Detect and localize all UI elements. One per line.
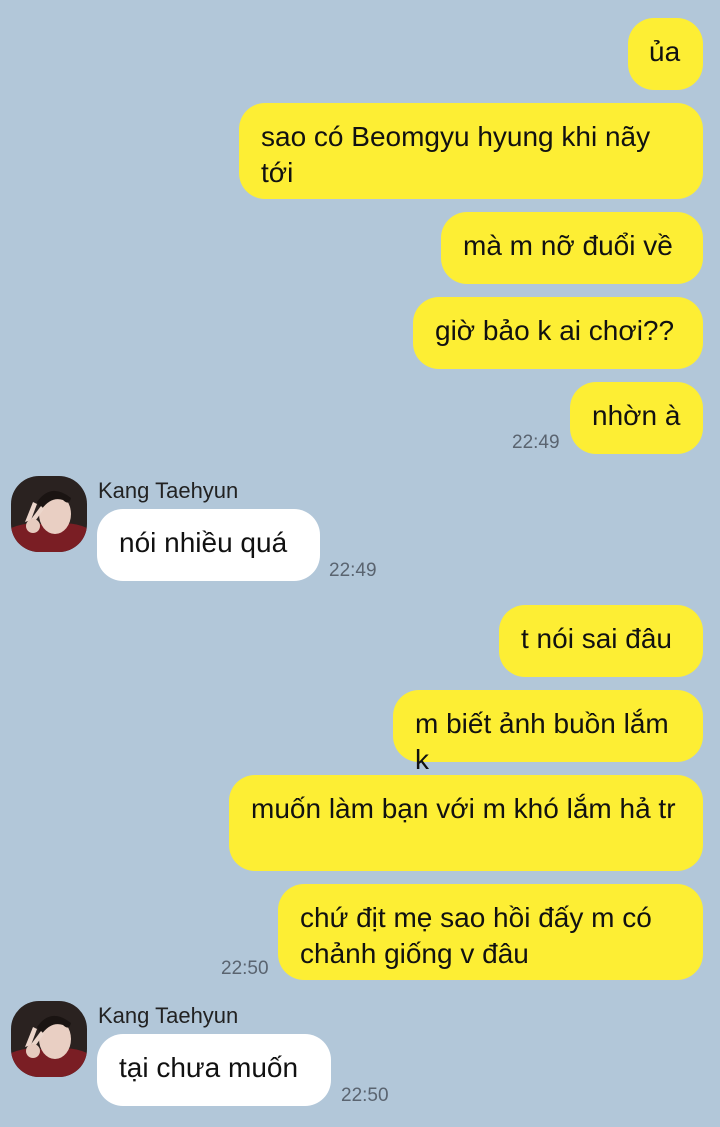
avatar[interactable] (11, 1001, 87, 1077)
message-text: nhờn à (592, 400, 681, 431)
timestamp: 22:50 (221, 958, 269, 979)
message-text: tại chưa muốn (119, 1052, 299, 1083)
timestamp: 22:49 (512, 432, 560, 453)
message-text: mà m nỡ đuổi về (463, 230, 673, 261)
avatar[interactable] (11, 476, 87, 552)
avatar-photo-icon (11, 476, 87, 552)
message-text: t nói sai đâu (521, 623, 672, 654)
message-text: nói nhiều quá (119, 527, 288, 558)
message-bubble-sent[interactable]: muốn làm bạn với m khó lắm hả tr (229, 775, 703, 871)
message-text: muốn làm bạn với m khó lắm hả tr (251, 793, 676, 824)
message-bubble-sent[interactable]: mà m nỡ đuổi về (441, 212, 703, 284)
message-bubble-sent[interactable]: nhờn à (570, 382, 703, 454)
message-bubble-received[interactable]: nói nhiều quá (97, 509, 320, 581)
message-bubble-received[interactable]: tại chưa muốn (97, 1034, 331, 1106)
timestamp: 22:49 (329, 560, 377, 581)
message-bubble-sent[interactable]: t nói sai đâu (499, 605, 703, 677)
message-text: m biết ảnh buồn lắm k (415, 708, 669, 775)
timestamp: 22:50 (341, 1085, 389, 1106)
message-bubble-sent[interactable]: m biết ảnh buồn lắm k (393, 690, 703, 775)
message-text: giờ bảo k ai chơi?? (435, 315, 675, 346)
avatar-photo-icon (11, 1001, 87, 1077)
message-text: chứ địt mẹ sao hồi đấy m có chảnh giống … (300, 902, 652, 969)
message-bubble-sent[interactable]: ủa (628, 18, 703, 90)
message-bubble-sent[interactable]: chứ địt mẹ sao hồi đấy m có chảnh giống … (278, 884, 703, 980)
sender-name: Kang Taehyun (98, 1003, 239, 1028)
message-bubble-sent[interactable]: giờ bảo k ai chơi?? (413, 297, 703, 369)
message-text: sao có Beomgyu hyung khi nãy tới (261, 121, 651, 188)
sender-name: Kang Taehyun (98, 478, 239, 503)
message-bubble-sent[interactable]: sao có Beomgyu hyung khi nãy tới (239, 103, 703, 199)
message-text: ủa (649, 36, 681, 67)
